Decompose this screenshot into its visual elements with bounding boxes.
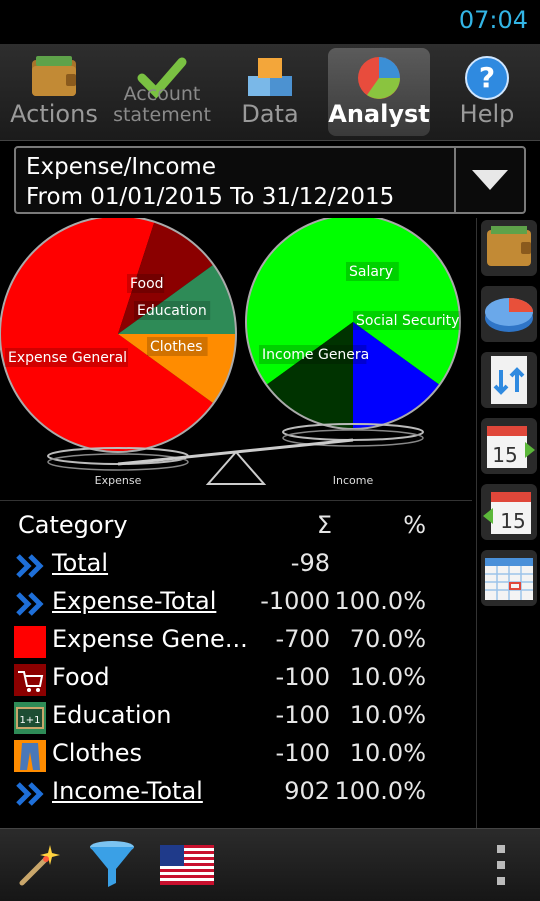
row-pct: 70.0% bbox=[349, 625, 426, 653]
chalkboard-icon: 1+1 bbox=[14, 702, 46, 734]
header-pct: % bbox=[403, 511, 426, 539]
row-sum: -100 bbox=[275, 739, 330, 767]
row-category[interactable]: Total bbox=[52, 549, 108, 577]
double-chevron-icon bbox=[16, 782, 44, 806]
wallet-icon[interactable] bbox=[481, 220, 537, 276]
expense-income-charts: Expense General Food Education Clothes Inco… bbox=[0, 218, 472, 487]
svg-text:1+1: 1+1 bbox=[19, 715, 40, 726]
tab-analyst[interactable]: Analyst bbox=[328, 48, 430, 136]
tab-label: Account statement bbox=[113, 83, 211, 126]
pie-label: Salary bbox=[349, 264, 393, 280]
row-pct: 10.0% bbox=[349, 739, 426, 767]
calendar-month-icon[interactable] bbox=[481, 550, 537, 606]
row-sum: -100 bbox=[275, 701, 330, 729]
question-icon: ? bbox=[465, 56, 509, 100]
table-row[interactable]: 1+1 Education -100 10.0% bbox=[0, 699, 472, 737]
pie-label: Clothes bbox=[150, 339, 203, 355]
calendar-prev-icon[interactable]: 15 bbox=[481, 484, 537, 540]
table-row[interactable]: Income-Total 902 100.0% bbox=[0, 775, 472, 813]
row-sum: -100 bbox=[275, 663, 330, 691]
cubes-icon bbox=[248, 58, 292, 96]
expense-pie: Expense General Food Education Clothes bbox=[0, 218, 237, 453]
pie-label: Food bbox=[130, 276, 164, 292]
table-header: Category Σ % bbox=[0, 509, 472, 547]
income-pie: Income Genera Salary Social Security bbox=[245, 218, 472, 430]
tab-label: Actions bbox=[10, 100, 98, 128]
table-row[interactable]: Food -100 10.0% bbox=[0, 661, 472, 699]
header-category: Category bbox=[18, 511, 128, 539]
pie-chart-icon bbox=[358, 57, 400, 99]
bottom-toolbar bbox=[0, 828, 540, 901]
category-table: Category Σ % Total -98 Expense-Total -10… bbox=[0, 500, 472, 827]
row-pct: 10.0% bbox=[349, 701, 426, 729]
magic-wand-icon[interactable] bbox=[16, 841, 64, 889]
income-scale-label: Income bbox=[333, 474, 374, 487]
row-category: Education bbox=[52, 701, 172, 729]
row-sum: 902 bbox=[284, 777, 330, 805]
row-pct: 10.0% bbox=[349, 663, 426, 691]
pie-label: Expense General bbox=[8, 350, 127, 366]
wallet-icon bbox=[32, 56, 76, 96]
status-time: 07:04 bbox=[458, 6, 528, 34]
period-title: Expense/Income bbox=[26, 154, 216, 180]
row-category: Expense Gene... bbox=[52, 625, 248, 653]
period-dropdown-button[interactable] bbox=[454, 148, 524, 212]
pie-3d-icon[interactable] bbox=[481, 286, 537, 342]
pie-label: Education bbox=[137, 303, 207, 319]
side-toolbar: 15 15 bbox=[476, 218, 540, 828]
status-bar: 07:04 bbox=[0, 0, 540, 44]
row-pct: 100.0% bbox=[334, 777, 426, 805]
row-category: Clothes bbox=[52, 739, 142, 767]
period-range: From 01/01/2015 To 31/12/2015 bbox=[26, 184, 395, 210]
tab-bar: Actions Account statement Data Analyst ?… bbox=[0, 44, 540, 141]
pie-label: Social Security bbox=[356, 313, 459, 329]
red-square-icon bbox=[14, 626, 46, 658]
period-selector[interactable]: Expense/Income From 01/01/2015 To 31/12/… bbox=[14, 146, 526, 214]
header-sum: Σ bbox=[316, 511, 332, 539]
calendar-next-icon[interactable]: 15 bbox=[481, 418, 537, 474]
tab-label: Analyst bbox=[328, 100, 430, 128]
svg-text:15: 15 bbox=[492, 443, 517, 467]
pie-label: Income Genera bbox=[262, 347, 369, 363]
row-sum: -1000 bbox=[260, 587, 330, 615]
row-category: Food bbox=[52, 663, 110, 691]
row-pct: 100.0% bbox=[334, 587, 426, 615]
overflow-menu-icon[interactable] bbox=[494, 843, 508, 887]
chevron-down-icon bbox=[472, 170, 508, 190]
tab-label: Data bbox=[241, 100, 299, 128]
expense-scale-label: Expense bbox=[95, 474, 142, 487]
us-flag-icon[interactable] bbox=[160, 845, 214, 885]
table-row[interactable]: Total -98 bbox=[0, 547, 472, 585]
cart-icon bbox=[14, 664, 46, 696]
double-chevron-icon bbox=[16, 554, 44, 578]
row-sum: -98 bbox=[290, 549, 330, 577]
tab-account-statement[interactable]: Account statement bbox=[108, 48, 216, 136]
row-sum: -700 bbox=[275, 625, 330, 653]
table-row[interactable]: Expense Gene... -700 70.0% bbox=[0, 623, 472, 661]
table-row[interactable]: Clothes -100 10.0% bbox=[0, 737, 472, 775]
jeans-icon bbox=[14, 740, 46, 772]
row-category[interactable]: Income-Total bbox=[52, 777, 203, 805]
tab-actions[interactable]: Actions bbox=[6, 48, 102, 136]
row-category[interactable]: Expense-Total bbox=[52, 587, 216, 615]
filter-icon[interactable] bbox=[86, 839, 138, 891]
tab-data[interactable]: Data bbox=[222, 48, 318, 136]
svg-text:?: ? bbox=[479, 61, 495, 94]
transfer-icon[interactable] bbox=[481, 352, 537, 408]
tab-label: Help bbox=[459, 100, 515, 128]
double-chevron-icon bbox=[16, 592, 44, 616]
svg-text:15: 15 bbox=[500, 509, 525, 533]
table-row[interactable]: Expense-Total -1000 100.0% bbox=[0, 585, 472, 623]
tab-help[interactable]: ? Help bbox=[440, 48, 534, 136]
